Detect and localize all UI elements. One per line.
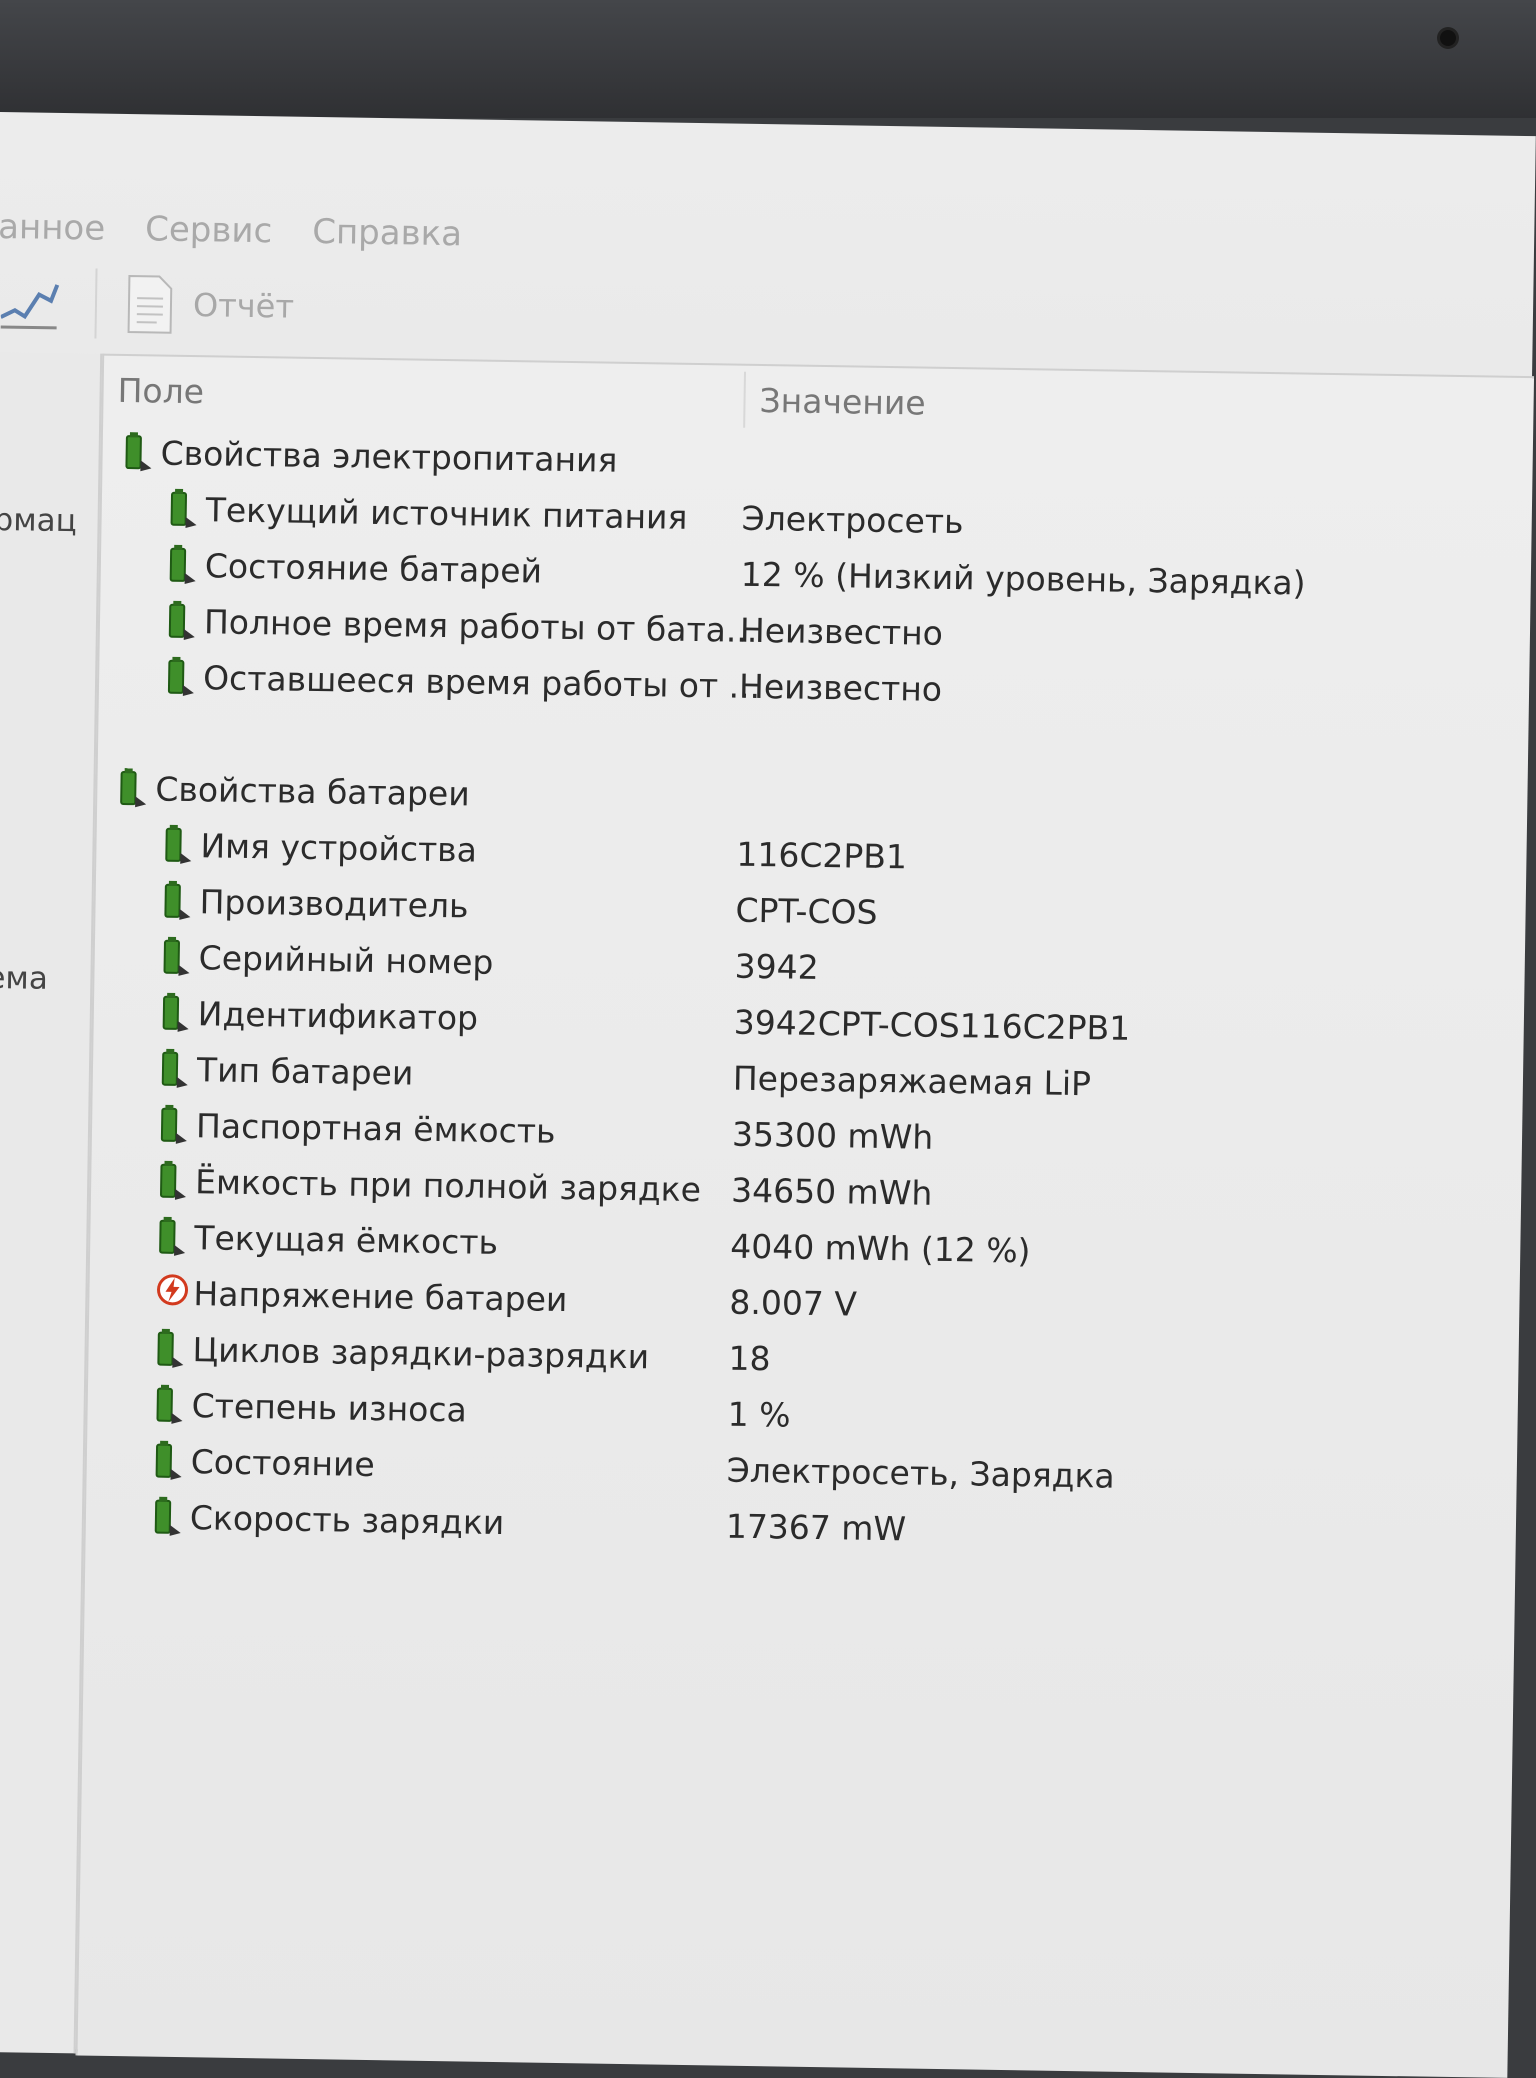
battery-icon: [156, 1217, 187, 1257]
battery-icon: [153, 1385, 184, 1425]
field-value: 17367 mW: [726, 1506, 907, 1548]
field-value: Неизвестно: [739, 666, 943, 708]
battery-icon: [157, 1161, 188, 1201]
field-value: 4040 mWh (12 %): [730, 1226, 1031, 1270]
field-value: Неизвестно: [740, 610, 944, 652]
voltage-icon: [155, 1273, 186, 1313]
battery-icon: [160, 937, 191, 977]
battery-icon: [122, 432, 153, 472]
field-label: Степень износа: [191, 1386, 467, 1429]
field-value: 34650 mWh: [731, 1170, 933, 1212]
chart-icon[interactable]: [1, 272, 62, 333]
battery-icon: [161, 881, 192, 921]
field-label: Состояние батарей: [205, 546, 543, 590]
field-label: Тип батареи: [197, 1050, 414, 1092]
field-value: CPT-COS: [735, 890, 878, 931]
column-header-value[interactable]: Значение: [759, 366, 926, 437]
field-value: 116C2PB1: [736, 834, 907, 876]
battery-icon: [154, 1329, 185, 1369]
field-label: Полное время работы от бата...: [204, 602, 758, 650]
battery-icon: [158, 1105, 189, 1145]
field-label: Скорость зарядки: [190, 1498, 505, 1542]
toolbar-separator: [94, 269, 97, 339]
battery-icon: [152, 1497, 183, 1537]
field-label: Текущая ёмкость: [194, 1218, 498, 1262]
laptop-bezel: [0, 0, 1536, 118]
report-button[interactable]: Отчёт: [193, 286, 295, 326]
menu-item-favorites[interactable]: анное: [0, 207, 106, 249]
field-value: Перезаряжаемая LiP: [733, 1058, 1092, 1103]
battery-icon: [166, 601, 197, 641]
group-title: Свойства электропитания: [160, 433, 617, 479]
toolbar: Отчёт: [0, 262, 1533, 366]
field-value: Электросеть: [741, 498, 963, 540]
field-label: Идентификатор: [198, 994, 479, 1037]
battery-icon: [153, 1441, 184, 1481]
battery-icon: [167, 545, 198, 585]
field-label: Ёмкость при полной зарядке: [195, 1162, 701, 1209]
battery-icon: [117, 768, 148, 808]
field-label: Паспортная ёмкость: [196, 1106, 556, 1151]
field-label: Состояние: [191, 1442, 376, 1484]
column-header-field[interactable]: Поле: [117, 356, 204, 425]
field-value: 18: [728, 1338, 771, 1378]
menu-item-help[interactable]: Справка: [312, 212, 462, 254]
field-label: Серийный номер: [198, 938, 493, 982]
field-value: 3942CPT-COS116C2PB1: [733, 1002, 1130, 1047]
field-value: 8.007 V: [729, 1282, 857, 1323]
field-label: Оставшееся время работы от ...: [203, 658, 761, 706]
webcam: [1440, 30, 1456, 46]
column-separator[interactable]: [743, 372, 746, 428]
tree-item[interactable]: рмац: [0, 502, 77, 539]
battery-icon: [165, 657, 196, 697]
group-title: Свойства батареи: [155, 769, 470, 813]
field-value: 1 %: [727, 1394, 790, 1434]
field-label: Циклов зарядки-разрядки: [192, 1330, 649, 1376]
field-value: 35300 mWh: [732, 1114, 934, 1156]
battery-icon: [159, 1049, 190, 1089]
field-label: Производитель: [199, 882, 469, 925]
field-value: 3942: [734, 946, 819, 986]
battery-icon: [162, 825, 193, 865]
field-value: 12 % (Низкий уровень, Зарядка): [741, 554, 1306, 602]
application-window: анное Сервис Справка Отчёт рмац ема Пол: [0, 112, 1536, 2072]
field-label: Текущий источник питания: [205, 490, 687, 537]
tree-item[interactable]: ема: [0, 960, 48, 997]
field-label: Имя устройства: [200, 826, 477, 869]
menu-item-service[interactable]: Сервис: [145, 209, 273, 251]
battery-icon: [160, 993, 191, 1033]
battery-icon: [167, 489, 198, 529]
report-icon[interactable]: [127, 274, 174, 335]
field-value: Электросеть, Зарядка: [726, 1450, 1115, 1495]
field-label: Напряжение батареи: [193, 1274, 568, 1319]
details-list: Поле Значение Свойства электропитания Тек…: [75, 354, 1534, 2078]
